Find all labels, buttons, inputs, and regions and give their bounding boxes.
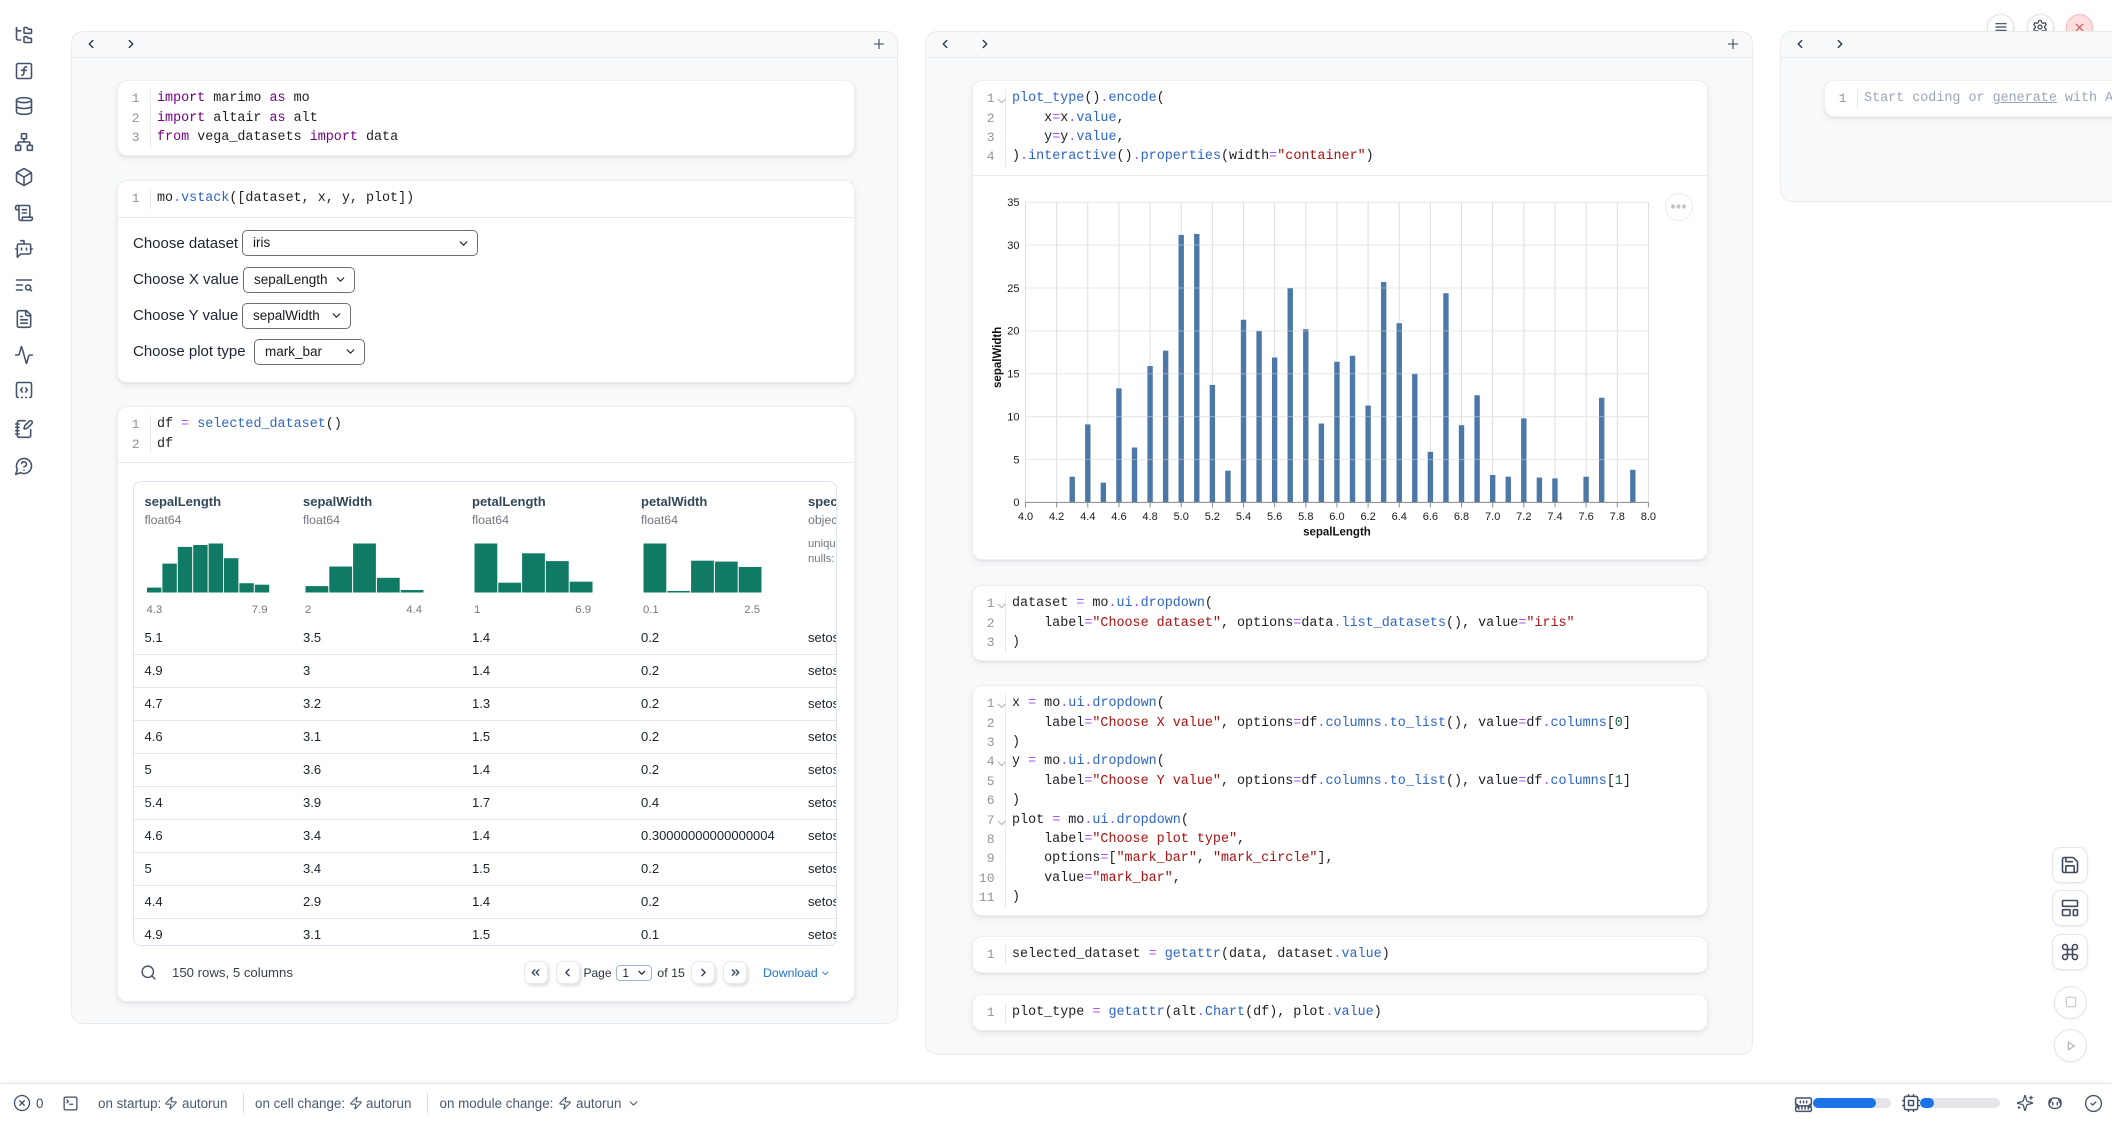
svg-text:5.6: 5.6 [1267, 511, 1282, 523]
svg-text:20: 20 [1007, 326, 1019, 338]
svg-text:10: 10 [1007, 411, 1019, 423]
svg-text:6.4: 6.4 [1392, 511, 1407, 523]
svg-text:5: 5 [1013, 454, 1019, 466]
svg-text:15: 15 [1007, 369, 1019, 381]
svg-text:6.2: 6.2 [1360, 511, 1375, 523]
svg-text:7.2: 7.2 [1516, 511, 1531, 523]
svg-text:5.8: 5.8 [1298, 511, 1313, 523]
svg-text:25: 25 [1007, 283, 1019, 295]
svg-text:4.2: 4.2 [1049, 511, 1064, 523]
svg-text:5.2: 5.2 [1205, 511, 1220, 523]
svg-text:5.0: 5.0 [1174, 511, 1189, 523]
svg-text:0: 0 [1013, 497, 1019, 509]
svg-text:4.6: 4.6 [1111, 511, 1126, 523]
svg-text:7.6: 7.6 [1578, 511, 1593, 523]
svg-text:8.0: 8.0 [1641, 511, 1656, 523]
svg-text:7.0: 7.0 [1485, 511, 1500, 523]
svg-text:sepalWidth: sepalWidth [992, 327, 1004, 388]
svg-text:4.4: 4.4 [1080, 511, 1095, 523]
svg-text:35: 35 [1007, 197, 1019, 209]
svg-text:sepalLength: sepalLength [1303, 526, 1371, 538]
svg-text:4.8: 4.8 [1142, 511, 1157, 523]
svg-text:30: 30 [1007, 240, 1019, 252]
svg-text:6.8: 6.8 [1454, 511, 1469, 523]
svg-text:6.6: 6.6 [1423, 511, 1438, 523]
svg-text:7.4: 7.4 [1547, 511, 1562, 523]
svg-text:4.0: 4.0 [1018, 511, 1033, 523]
svg-text:6.0: 6.0 [1329, 511, 1344, 523]
svg-text:7.8: 7.8 [1610, 511, 1625, 523]
svg-text:5.4: 5.4 [1236, 511, 1251, 523]
